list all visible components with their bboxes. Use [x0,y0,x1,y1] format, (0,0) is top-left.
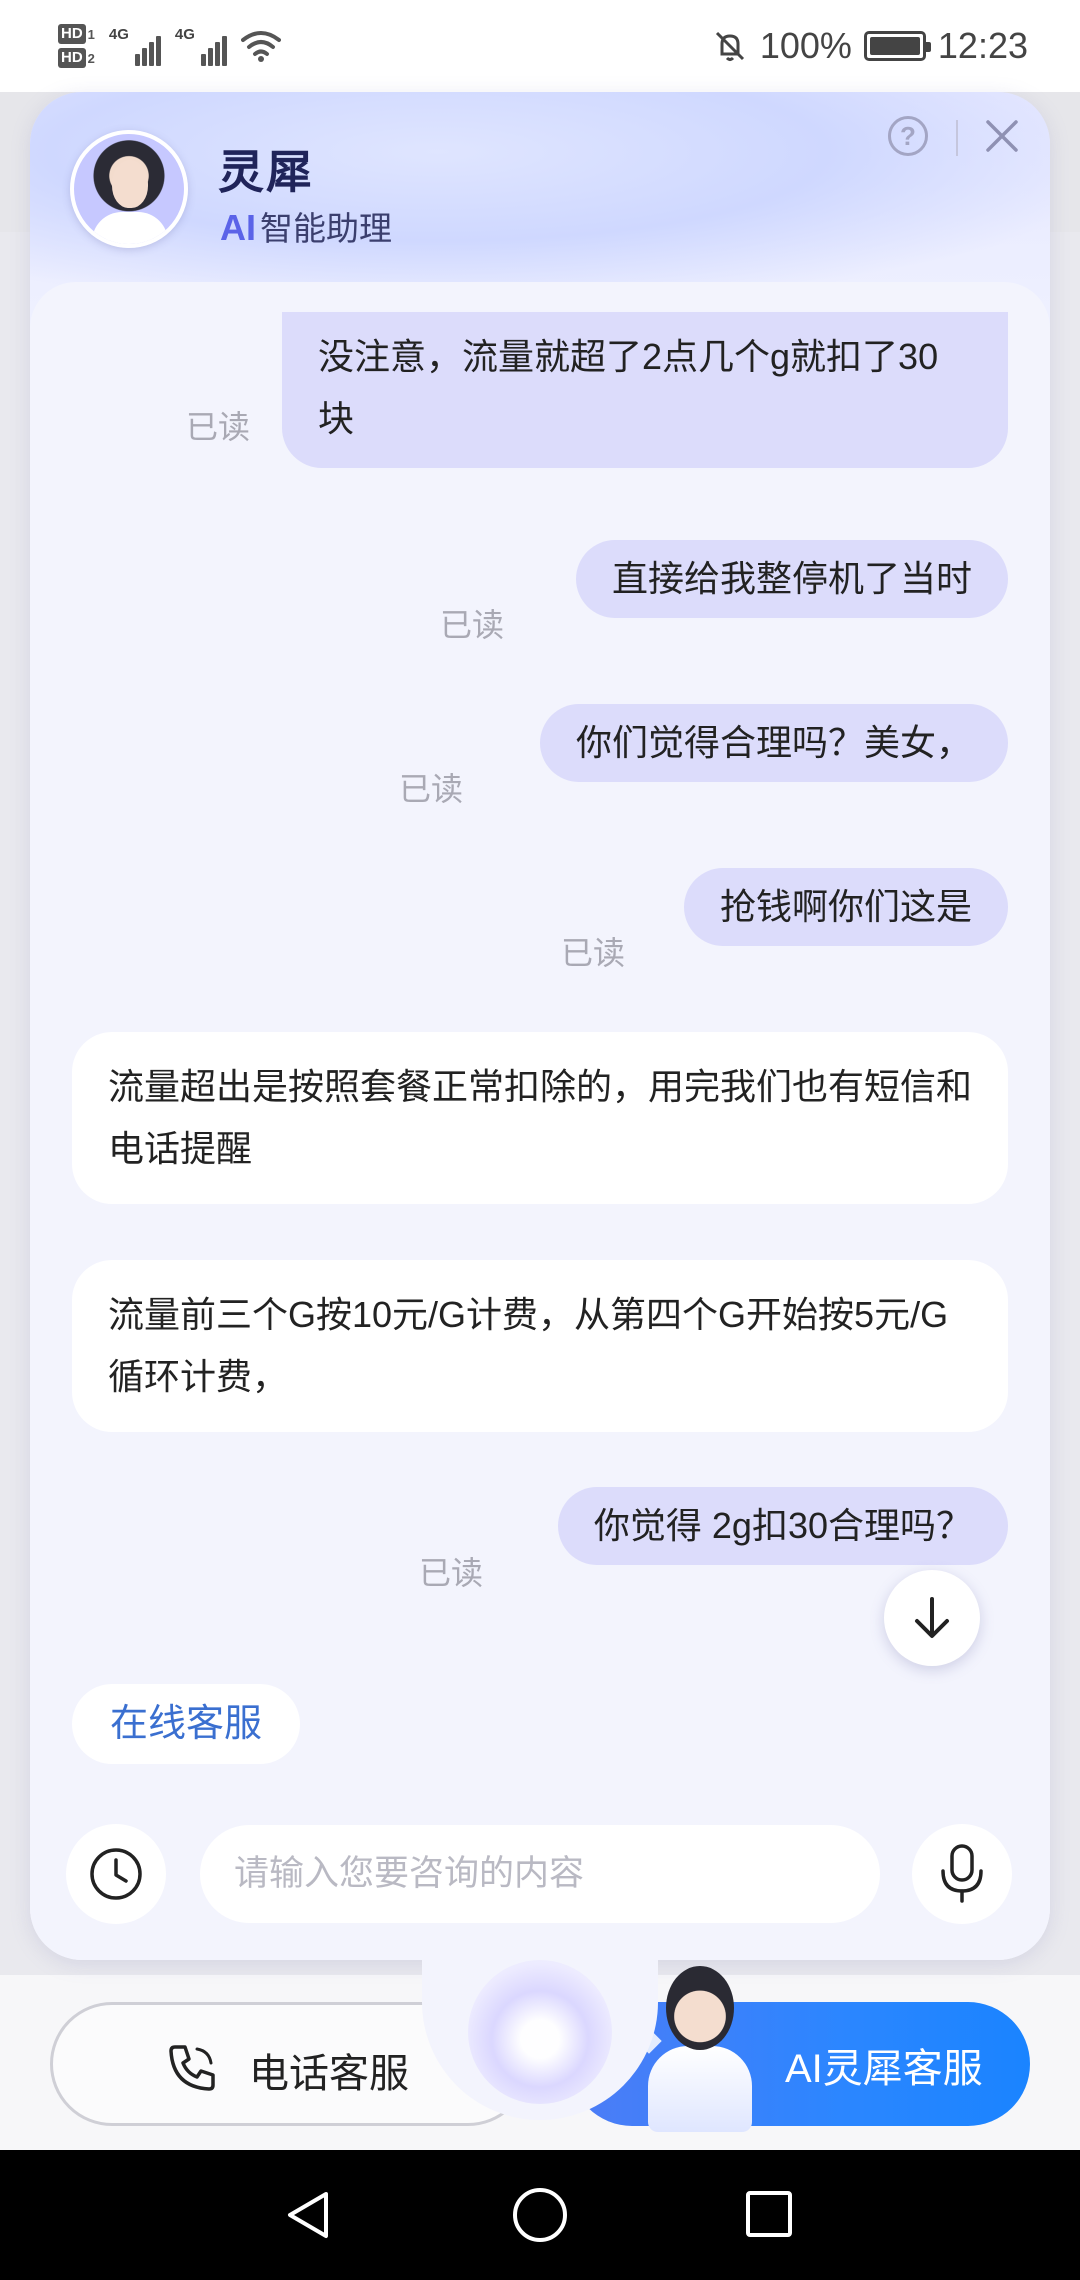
status-bar: HD 1 HD 2 4G 4G 100% 12:23 [0,0,1080,92]
ai-label: AI [220,207,256,248]
microphone-icon [941,1844,983,1903]
read-status: 已读 [399,771,464,807]
clock-icon [90,1848,142,1900]
wifi-icon [240,31,281,62]
signal-icon: 4G [175,26,227,66]
signal-icon: 4G [109,26,161,66]
assistant-avatar [70,130,188,248]
signal-bar [134,54,140,66]
close-icon[interactable] [980,114,1024,158]
arrow-down-icon [915,1597,949,1638]
user-message: 你觉得 2g扣30合理吗？ [557,1487,1008,1565]
mascot-torso [648,2046,752,2132]
clock: 12:23 [937,25,1028,66]
assistant-orb-icon[interactable] [468,1960,612,2104]
read-status: 已读 [186,409,251,445]
phone-icon [169,2045,215,2091]
signal-bar [148,42,154,66]
history-button[interactable] [66,1824,166,1924]
back-icon[interactable] [282,2188,336,2242]
help-button[interactable]: ? [888,116,928,156]
signal-bar [141,48,147,66]
subtitle-text: 智能助理 [260,210,392,247]
signal-bar [200,54,206,66]
bot-message: 流量前三个G按10元/G计费，从第四个G开始按5元/G循环计费， [72,1260,1008,1432]
signal-bar [214,42,220,66]
assistant-dialog: 灵犀 AI 智能助理 ? 没注意，流量就超了2点几个g就扣了30块 已读 直接给我… [30,92,1050,1960]
network-type-2: 4G [174,26,195,43]
assistant-subtitle: AI 智能助理 [220,202,392,250]
phone-service-label: 电话客服 [249,2052,409,2096]
ai-service-label: AI灵犀客服 [785,2047,983,2091]
message-input[interactable] [200,1825,880,1923]
hd2-indicator: HD 2 [58,48,95,68]
hd-indicators: HD 1 HD 2 [58,24,95,68]
status-right: 100% 12:23 [712,18,1028,74]
signal-bar [155,36,161,66]
signal-bar [207,48,213,66]
battery-percentage: 100% [759,25,852,66]
mute-icon [715,31,744,61]
user-message: 抢钱啊你们这是 [683,868,1008,946]
read-status: 已读 [419,1555,484,1591]
hd1-indicator: HD 1 [58,24,95,44]
hd2-badge: HD [58,48,86,68]
hd2-number: 2 [87,50,95,66]
ai-mascot [636,1966,760,2136]
home-icon[interactable] [513,2188,567,2242]
scroll-to-bottom-button[interactable] [884,1570,980,1666]
mascot-head [666,1966,734,2050]
voice-input-button[interactable] [912,1824,1012,1924]
bot-message: 流量超出是按照套餐正常扣除的，用完我们也有短信和电话提醒 [72,1032,1008,1204]
recent-apps-icon[interactable] [746,2191,792,2237]
network-type-1: 4G [108,26,129,43]
status-left: HD 1 HD 2 4G 4G [58,14,281,78]
header-divider [956,120,958,156]
battery-icon [863,31,931,61]
user-message: 直接给我整停机了当时 [575,540,1008,618]
user-message: 你们觉得合理吗？美女， [539,704,1008,782]
user-message: 没注意，流量就超了2点几个g就扣了30块 [282,312,1008,468]
avatar-face [112,160,148,208]
read-status: 已读 [440,607,505,643]
hd1-badge: HD [58,24,86,44]
assistant-name: 灵犀 [218,146,314,198]
hd1-number: 1 [87,26,95,42]
battery-fill [869,37,920,55]
online-service-chip[interactable]: 在线客服 [72,1684,301,1764]
signal-bar [221,36,227,66]
avatar-body [92,212,168,244]
read-status: 已读 [561,935,626,971]
